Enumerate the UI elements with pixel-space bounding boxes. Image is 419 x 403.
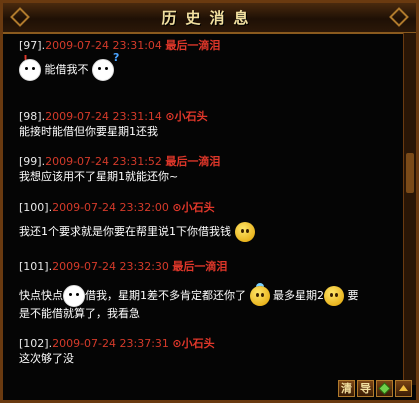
title-bar[interactable]: 历史消息	[3, 3, 416, 34]
window-title: 历史消息	[161, 9, 258, 27]
message-time: 2009-07-24 23:32:30	[52, 260, 169, 273]
list-item: [102].2009-07-24 23:37:31 ⊙小石头	[19, 337, 215, 351]
scroll-up-icon[interactable]	[395, 380, 412, 397]
history-window: 历史消息 [97].2009-07-24 23:31:04 最后一滴泪 ! 能借…	[0, 0, 419, 403]
message-index: [99].	[19, 155, 46, 168]
message-time: 2009-07-24 23:37:31	[52, 337, 169, 350]
message-text: 最多星期2	[273, 289, 324, 302]
message-text: 要	[347, 289, 359, 302]
scrollbar-thumb[interactable]	[406, 153, 414, 193]
message-body: 快点快点 借我，星期1差不多肯定都还你了 最多星期2 要	[19, 285, 359, 307]
angel-face-icon	[249, 286, 270, 306]
message-time: 2009-07-24 23:31:52	[45, 155, 162, 168]
message-index: [100].	[19, 201, 53, 214]
message-time: 2009-07-24 23:32:00	[52, 201, 169, 214]
sender-name[interactable]: ⊙小石头	[172, 337, 214, 350]
sender-name[interactable]: ⊙小石头	[165, 110, 207, 123]
bottom-toolbar: 清 导	[338, 380, 414, 398]
message-text: 能借我不	[44, 63, 89, 76]
sender-name[interactable]: ⊙小石头	[172, 201, 214, 214]
message-text: 借我，星期1差不多肯定都还你了	[85, 289, 246, 302]
list-item: [99].2009-07-24 23:31:52 最后一滴泪	[19, 155, 220, 169]
message-index: [101].	[19, 260, 53, 273]
diamond-icon[interactable]	[376, 380, 393, 397]
list-item: [98].2009-07-24 23:31:14 ⊙小石头	[19, 110, 208, 124]
thinking-face-icon	[234, 222, 255, 242]
scrollbar[interactable]	[403, 33, 416, 385]
message-text: 我还1个要求就是你要在帮里说1下你借我钱	[19, 225, 231, 238]
export-button[interactable]: 导	[357, 380, 374, 397]
message-text: 快点快点	[19, 289, 63, 302]
message-index: [102].	[19, 337, 53, 350]
grin-face-icon	[324, 286, 344, 306]
message-time: 2009-07-24 23:31:04	[45, 39, 162, 52]
bunny-exclaim-icon	[19, 59, 41, 81]
sender-name[interactable]: 最后一滴泪	[165, 155, 220, 168]
message-index: [97].	[19, 39, 46, 52]
clear-button[interactable]: 清	[338, 380, 355, 397]
list-item: [101].2009-07-24 23:32:30 最后一滴泪	[19, 260, 227, 274]
message-time: 2009-07-24 23:31:14	[45, 110, 162, 123]
message-body: 我还1个要求就是你要在帮里说1下你借我钱	[19, 222, 255, 242]
message-body: ! 能借我不 ?	[19, 51, 119, 81]
sender-name[interactable]: 最后一滴泪	[172, 260, 227, 273]
message-text: 这次够了没	[19, 352, 74, 365]
list-item: [100].2009-07-24 23:32:00 ⊙小石头	[19, 201, 215, 215]
message-index: [98].	[19, 110, 46, 123]
sender-name[interactable]: 最后一滴泪	[165, 39, 220, 52]
bunny-question-icon	[92, 59, 114, 81]
cat-face-icon	[63, 285, 85, 307]
message-log: [97].2009-07-24 23:31:04 最后一滴泪 ! 能借我不 ? …	[19, 39, 387, 379]
message-text: 能接时能借但你要星期1还我	[19, 125, 158, 138]
message-text: 我想应该用不了星期1就能还你~	[19, 170, 179, 183]
message-text: 是不能借就算了，我看急	[19, 307, 140, 320]
list-item: [97].2009-07-24 23:31:04 最后一滴泪	[19, 39, 220, 53]
